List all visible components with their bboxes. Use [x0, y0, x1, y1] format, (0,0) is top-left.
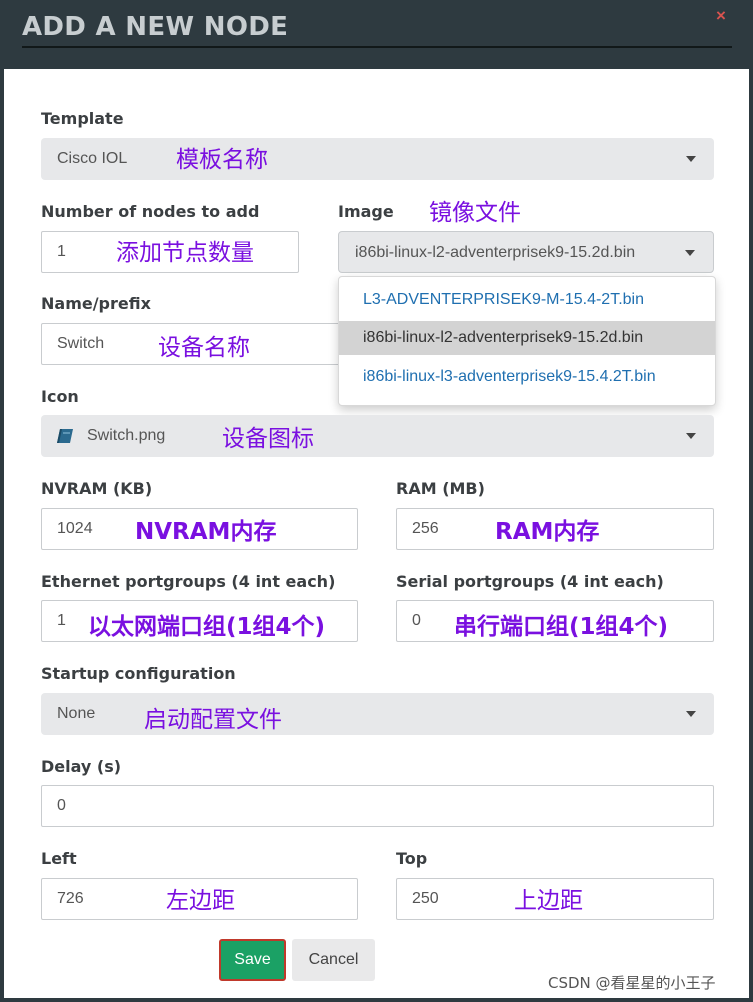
template-value: Cisco IOL [57, 150, 128, 167]
chevron-down-icon [686, 433, 696, 439]
close-icon[interactable]: × [716, 6, 726, 26]
image-option[interactable]: L3-ADVENTERPRISEK9-M-15.4-2T.bin [339, 283, 715, 317]
nvram-note: NVRAM内存 [135, 519, 277, 545]
startup-select[interactable]: None [41, 693, 714, 735]
icon-select[interactable]: Switch.png [41, 415, 714, 457]
cancel-button[interactable]: Cancel [292, 939, 375, 981]
serial-note: 串行端口组(1组4个) [454, 614, 669, 640]
book-icon [57, 429, 73, 443]
image-label: Image [338, 202, 394, 221]
startup-label: Startup configuration [41, 664, 236, 683]
chevron-down-icon [686, 711, 696, 717]
save-button[interactable]: Save [219, 939, 286, 981]
ethernet-note: 以太网端口组(1组4个) [88, 614, 326, 640]
image-value: i86bi-linux-l2-adventerprisek9-15.2d.bin [355, 244, 636, 261]
top-note: 上边距 [514, 888, 583, 914]
ram-note: RAM内存 [495, 519, 600, 545]
image-select[interactable]: i86bi-linux-l2-adventerprisek9-15.2d.bin [338, 231, 714, 273]
dialog-title: ADD A NEW NODE [22, 12, 289, 42]
name-label: Name/prefix [41, 294, 151, 313]
startup-value: None [57, 705, 96, 722]
serial-label: Serial portgroups (4 int each) [396, 572, 664, 591]
template-note: 模板名称 [176, 147, 268, 173]
dialog-header: ADD A NEW NODE × [0, 0, 753, 69]
image-dropdown: L3-ADVENTERPRISEK9-M-15.4-2T.bin i86bi-l… [338, 276, 716, 406]
ethernet-label: Ethernet portgroups (4 int each) [41, 572, 336, 591]
ram-label: RAM (MB) [396, 479, 485, 498]
delay-label: Delay (s) [41, 757, 122, 776]
image-option-selected[interactable]: i86bi-linux-l2-adventerprisek9-15.2d.bin [339, 321, 715, 355]
icon-label: Icon [41, 387, 79, 406]
left-label: Left [41, 849, 77, 868]
image-option[interactable]: i86bi-linux-l3-adventerprisek9-15.4.2T.b… [339, 360, 715, 394]
delay-input[interactable]: 0 [41, 785, 714, 827]
title-underline [22, 46, 732, 48]
icon-note: 设备图标 [222, 426, 314, 452]
nvram-label: NVRAM (KB) [41, 479, 153, 498]
nodes-label: Number of nodes to add [41, 202, 260, 221]
nodes-note: 添加节点数量 [116, 240, 254, 266]
image-note: 镜像文件 [429, 200, 521, 226]
startup-note: 启动配置文件 [144, 707, 282, 733]
template-label: Template [41, 109, 124, 128]
icon-value: Switch.png [87, 427, 166, 444]
template-select[interactable]: Cisco IOL [41, 138, 714, 180]
chevron-down-icon [685, 250, 695, 256]
name-note: 设备名称 [158, 335, 250, 361]
watermark: CSDN @看星星的小王子 [548, 974, 716, 992]
top-label: Top [396, 849, 428, 868]
left-note: 左边距 [166, 888, 235, 914]
chevron-down-icon [686, 156, 696, 162]
